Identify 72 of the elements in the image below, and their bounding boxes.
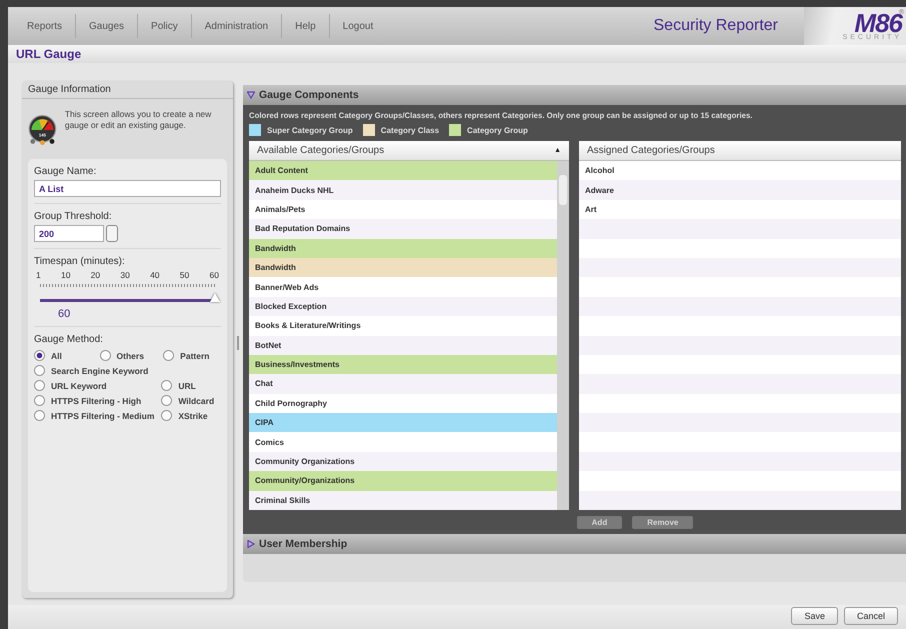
threshold-field[interactable]: 200 bbox=[34, 225, 104, 242]
tick-label: 50 bbox=[180, 270, 190, 280]
radio-option[interactable]: HTTPS Filtering - High bbox=[34, 395, 162, 406]
nav-link[interactable]: Reports bbox=[14, 14, 76, 38]
slider-value: 60 bbox=[58, 308, 72, 320]
nav-link[interactable]: Gauges bbox=[76, 14, 138, 38]
list-row[interactable]: Adult Content bbox=[249, 161, 557, 180]
tick-label: 60 bbox=[209, 270, 219, 280]
page-title: URL Gauge bbox=[16, 47, 82, 61]
legend-label: Category Group bbox=[467, 126, 528, 134]
legend-label: Category Class bbox=[380, 126, 440, 134]
radio-option[interactable]: URL bbox=[161, 380, 221, 391]
gauge-name-label: Gauge Name: bbox=[34, 166, 98, 177]
tick-label: 20 bbox=[90, 270, 100, 280]
list-row[interactable]: Bandwidth bbox=[249, 258, 557, 278]
radio-button[interactable] bbox=[100, 350, 111, 361]
list-row[interactable]: Chat bbox=[249, 374, 557, 394]
nav-link[interactable]: Logout bbox=[330, 14, 386, 38]
product-title: Security Reporter bbox=[654, 17, 778, 35]
section-header[interactable]: Gauge Components bbox=[243, 85, 906, 105]
expand-triangle-icon[interactable] bbox=[247, 91, 255, 99]
list-row[interactable]: Adware bbox=[579, 180, 901, 200]
tick-label: 40 bbox=[150, 270, 160, 280]
list-row[interactable]: Community Organizations bbox=[249, 452, 557, 472]
radio-button[interactable] bbox=[163, 350, 174, 361]
slider-thumb[interactable] bbox=[210, 293, 220, 302]
radio-option[interactable]: Search Engine Keyword bbox=[34, 365, 162, 376]
tick-label: 30 bbox=[120, 270, 130, 280]
footer-button[interactable]: Cancel bbox=[844, 607, 898, 625]
radio-button[interactable] bbox=[161, 395, 172, 406]
list-row[interactable]: Bandwidth bbox=[249, 238, 557, 258]
tick-label: 10 bbox=[60, 270, 70, 280]
list-row[interactable]: Criminal Skills bbox=[249, 490, 557, 510]
radio-button[interactable] bbox=[34, 380, 45, 391]
list-row[interactable]: Community/Organizations bbox=[249, 471, 557, 491]
radio-option[interactable]: URL Keyword bbox=[34, 380, 162, 391]
radio-button[interactable] bbox=[34, 350, 45, 361]
scrollbar[interactable] bbox=[557, 161, 569, 510]
gauge-name-field[interactable]: A List bbox=[34, 180, 221, 197]
legend-label: Super Category Group bbox=[267, 126, 353, 134]
expand-triangle-icon[interactable] bbox=[247, 540, 255, 548]
radio-option[interactable]: All bbox=[34, 350, 100, 361]
radio-option[interactable]: Others bbox=[100, 350, 164, 361]
splitter-handle[interactable] bbox=[237, 336, 239, 350]
spinner-icon[interactable] bbox=[106, 225, 118, 242]
list-row[interactable]: Anaheim Ducks NHL bbox=[249, 180, 557, 200]
list-header[interactable]: Assigned Categories/Groups bbox=[579, 141, 901, 161]
list-row[interactable]: Blocked Exception bbox=[249, 296, 557, 316]
list-row[interactable]: CIPA bbox=[249, 413, 557, 432]
group-threshold-label: Group Threshold: bbox=[34, 211, 113, 222]
nav-link[interactable]: Policy bbox=[138, 14, 192, 38]
nav-link[interactable]: Administration bbox=[192, 14, 282, 38]
section-header[interactable]: User Membership bbox=[243, 534, 906, 554]
radio-option[interactable]: Wildcard bbox=[161, 395, 221, 406]
radio-button[interactable] bbox=[161, 410, 172, 421]
radio-button[interactable] bbox=[161, 380, 172, 391]
radio-option[interactable]: Pattern bbox=[163, 350, 221, 361]
timespan-label: Timespan (minutes): bbox=[34, 256, 126, 267]
list-row[interactable]: BotNet bbox=[249, 336, 557, 355]
radio-option[interactable]: HTTPS Filtering - Medium bbox=[34, 410, 162, 421]
radio-button[interactable] bbox=[34, 410, 45, 421]
panel-title: Gauge Information bbox=[22, 81, 233, 99]
description-text: This screen allows you to create a new gauge or edit an existing gauge. bbox=[64, 109, 212, 132]
list-row[interactable]: Business/Investments bbox=[249, 354, 557, 374]
radio-button[interactable] bbox=[34, 365, 45, 376]
tick-label: 1 bbox=[36, 270, 41, 280]
radio-button[interactable] bbox=[34, 395, 45, 406]
nav-link[interactable]: Help bbox=[282, 14, 330, 38]
radio-option[interactable]: XStrike bbox=[161, 410, 221, 421]
footer-button[interactable]: Save bbox=[791, 607, 838, 625]
gauge-method-label: Gauge Method: bbox=[34, 334, 104, 345]
list-row[interactable]: Bad Reputation Domains bbox=[249, 219, 557, 239]
